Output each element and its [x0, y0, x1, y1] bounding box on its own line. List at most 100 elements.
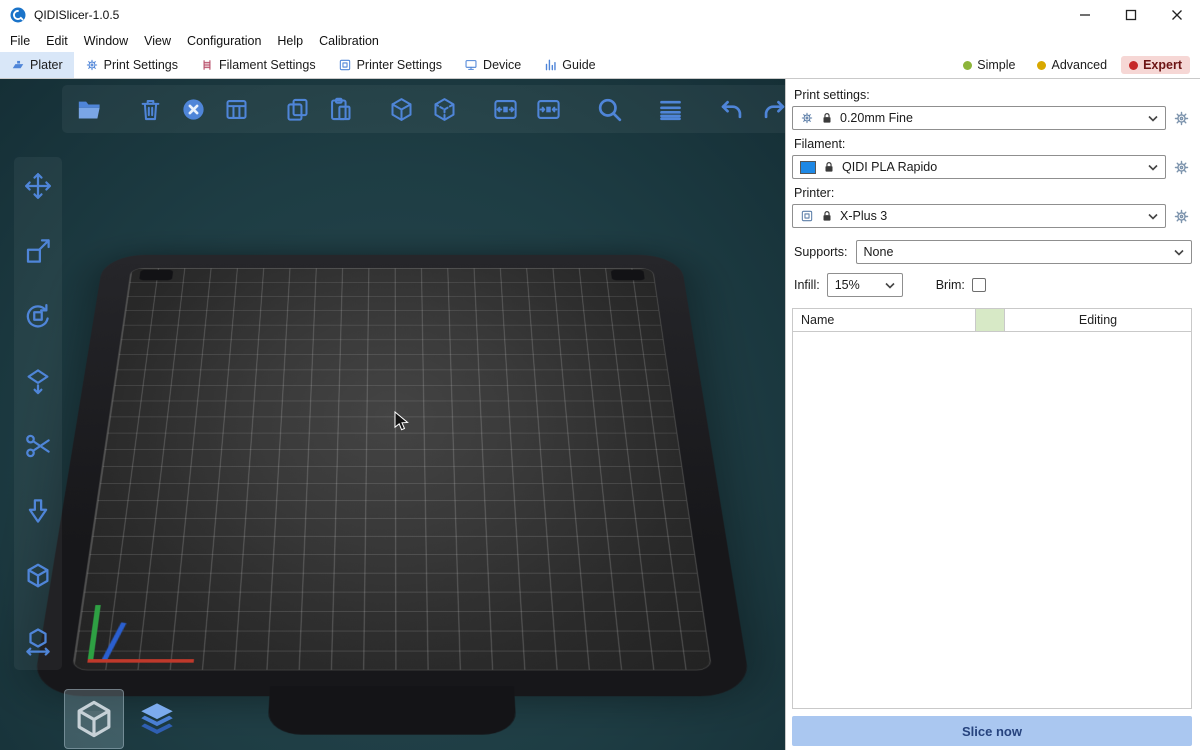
seam-tool-button[interactable]	[21, 559, 55, 593]
column-header-extruder[interactable]	[975, 309, 1005, 331]
lock-icon	[820, 111, 834, 125]
menu-item-configuration[interactable]: Configuration	[179, 32, 269, 50]
print-bed-surface	[72, 268, 712, 670]
remove-instance-icon	[535, 96, 562, 123]
app-logo-icon	[9, 6, 27, 24]
tab-print-settings[interactable]: Print Settings	[74, 52, 189, 78]
variable-layer-height-button[interactable]	[653, 92, 687, 126]
column-header-name[interactable]: Name	[793, 309, 975, 331]
print-bed-frame	[32, 255, 752, 696]
print-settings-gear-button[interactable]	[1170, 106, 1192, 130]
split-to-objects-button[interactable]	[384, 92, 418, 126]
mouse-cursor	[394, 411, 410, 433]
print-settings-value: 0.20mm Fine	[840, 111, 913, 125]
filament-gear-button[interactable]	[1170, 155, 1192, 179]
3d-viewport[interactable]	[0, 79, 785, 750]
3d-editor-cube-icon	[73, 698, 115, 740]
remove-instance-button[interactable]	[531, 92, 565, 126]
menu-item-file[interactable]: File	[2, 32, 38, 50]
delete-all-button[interactable]	[176, 92, 210, 126]
mode-switcher: Simple Advanced Expert	[955, 52, 1200, 78]
scale-tool-button[interactable]	[21, 234, 55, 268]
print-bed-front-tab	[267, 686, 516, 735]
measure-tool-button[interactable]	[21, 624, 55, 658]
axis-x-indicator	[87, 659, 194, 663]
cut-tool-button[interactable]	[21, 429, 55, 463]
paint-supports-tool-button[interactable]	[21, 494, 55, 528]
add-instance-icon	[492, 96, 519, 123]
tab-filament-settings[interactable]: Filament Settings	[189, 52, 327, 78]
filament-combo[interactable]: QIDI PLA Rapido	[792, 155, 1166, 179]
preview-layers-icon	[136, 699, 178, 741]
tab-printer-settings[interactable]: Printer Settings	[327, 52, 453, 78]
mode-expert[interactable]: Expert	[1121, 56, 1190, 74]
scissors-icon	[23, 431, 53, 461]
menu-item-view[interactable]: View	[136, 32, 179, 50]
undo-button[interactable]	[714, 92, 748, 126]
mode-advanced[interactable]: Advanced	[1029, 56, 1115, 74]
settings-panel: Print settings: 0.20mm Fine Filament:	[785, 79, 1200, 750]
printer-value: X-Plus 3	[840, 209, 887, 223]
search-button[interactable]	[592, 92, 626, 126]
expert-mode-dot	[1129, 61, 1138, 70]
open-button[interactable]	[72, 92, 106, 126]
menu-bar: File Edit Window View Configuration Help…	[0, 30, 1200, 52]
delete-button[interactable]	[133, 92, 167, 126]
infill-combo[interactable]: 15%	[827, 273, 903, 297]
search-icon	[596, 96, 623, 123]
bed-clip-right	[611, 270, 645, 280]
redo-button[interactable]	[757, 92, 785, 126]
open-folder-icon	[76, 96, 103, 123]
add-instance-button[interactable]	[488, 92, 522, 126]
split-objects-cube-icon	[388, 96, 415, 123]
place-on-face-tool-button[interactable]	[21, 364, 55, 398]
split-parts-cube-icon	[431, 96, 458, 123]
infill-label: Infill:	[794, 278, 820, 292]
app-window: QIDISlicer-1.0.5 File Edit Window View C…	[0, 0, 1200, 750]
object-list: Name Editing	[792, 308, 1192, 709]
paste-button[interactable]	[323, 92, 357, 126]
copy-button[interactable]	[280, 92, 314, 126]
object-list-body[interactable]	[793, 332, 1191, 708]
slice-now-button[interactable]: Slice now	[792, 716, 1192, 746]
minimize-button[interactable]	[1062, 0, 1108, 30]
rotate-icon	[23, 301, 53, 331]
printer-label: Printer:	[794, 186, 1192, 200]
infill-value: 15%	[835, 278, 860, 292]
printer-gear-button[interactable]	[1170, 204, 1192, 228]
column-header-editing[interactable]: Editing	[1005, 309, 1191, 331]
filament-spool-icon	[200, 58, 214, 72]
axis-y-indicator	[87, 605, 100, 663]
lock-icon	[822, 160, 836, 174]
guide-icon	[543, 58, 557, 72]
device-monitor-icon	[464, 58, 478, 72]
gear-icon	[1173, 159, 1190, 176]
print-settings-combo[interactable]: 0.20mm Fine	[792, 106, 1166, 130]
view-preview-button[interactable]	[128, 691, 186, 749]
rotate-tool-button[interactable]	[21, 299, 55, 333]
tab-plater[interactable]: Plater	[0, 52, 74, 78]
split-to-parts-button[interactable]	[427, 92, 461, 126]
menu-item-calibration[interactable]: Calibration	[311, 32, 387, 50]
menu-item-window[interactable]: Window	[76, 32, 136, 50]
move-tool-button[interactable]	[21, 169, 55, 203]
view-3d-editor-button[interactable]	[64, 689, 124, 749]
advanced-mode-dot	[1037, 61, 1046, 70]
maximize-button[interactable]	[1108, 0, 1154, 30]
supports-combo[interactable]: None	[856, 240, 1192, 264]
support-stamp-icon	[23, 496, 53, 526]
tab-device[interactable]: Device	[453, 52, 532, 78]
close-button[interactable]	[1154, 0, 1200, 30]
supports-value: None	[864, 245, 894, 259]
printer-combo[interactable]: X-Plus 3	[792, 204, 1166, 228]
window-title: QIDISlicer-1.0.5	[34, 8, 119, 22]
menu-item-help[interactable]: Help	[269, 32, 311, 50]
mode-simple[interactable]: Simple	[955, 56, 1023, 74]
brim-checkbox[interactable]	[972, 278, 986, 292]
tab-guide[interactable]: Guide	[532, 52, 606, 78]
undo-arrow-icon	[718, 96, 745, 123]
arrange-button[interactable]	[219, 92, 253, 126]
paste-icon	[327, 96, 354, 123]
menu-item-edit[interactable]: Edit	[38, 32, 76, 50]
chevron-down-icon	[1148, 115, 1158, 122]
